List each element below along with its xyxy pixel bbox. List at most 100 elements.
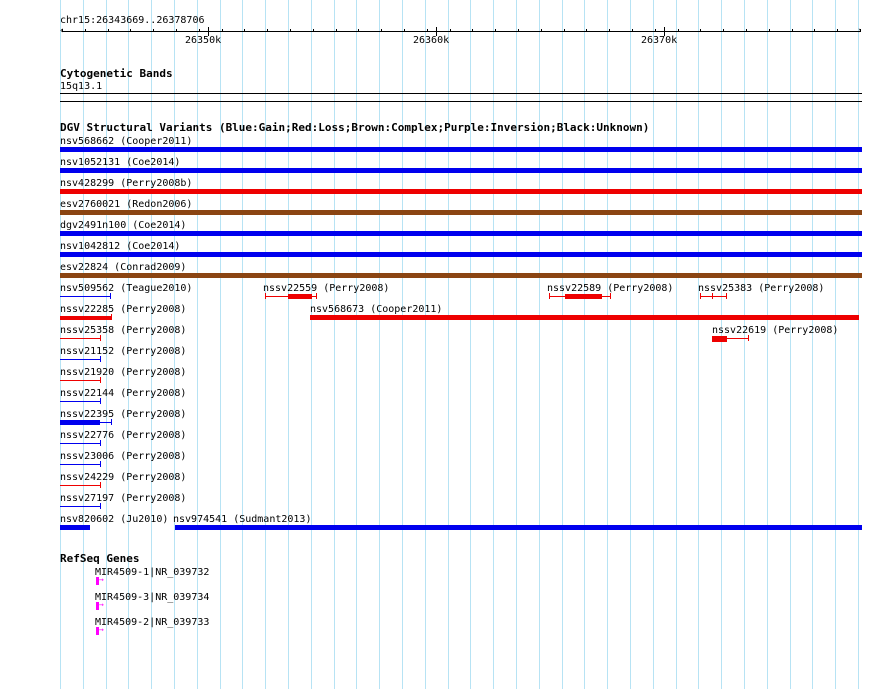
loss-variant-block[interactable] [565, 294, 602, 299]
ruler-minor-tick [746, 29, 747, 32]
variant-end-tick [100, 482, 101, 488]
gain-variant-line[interactable] [60, 443, 100, 444]
grid-line [790, 0, 791, 689]
variant-end-tick [265, 293, 266, 299]
variant-label: nsv820602 (Ju2010) [60, 514, 169, 525]
variant-end-tick [316, 293, 317, 299]
ruler-minor-tick [632, 29, 633, 32]
variant-label: nsv1052131 (Coe2014) [60, 157, 181, 168]
gain-variant-bar[interactable] [60, 168, 862, 173]
gain-variant-line[interactable] [60, 359, 100, 360]
loss-variant-bar[interactable] [60, 316, 112, 320]
variant-end-tick [549, 293, 550, 299]
cytoband-bar-top [60, 93, 862, 94]
ruler-minor-tick [860, 29, 861, 32]
ruler-minor-tick [153, 29, 154, 32]
ruler-major-tick [436, 27, 437, 36]
loss-variant-line[interactable] [60, 485, 100, 486]
ruler-major-tick [664, 27, 665, 36]
grid-line [106, 0, 107, 689]
grid-line [676, 0, 677, 689]
variant-end-tick [700, 293, 701, 299]
gain-variant-bar[interactable] [175, 525, 862, 530]
grid-line [83, 0, 84, 689]
grid-line [630, 0, 631, 689]
dgv-track-title[interactable]: DGV Structural Variants (Blue:Gain;Red:L… [60, 122, 649, 134]
grid-line [584, 0, 585, 689]
loss-variant-bar[interactable] [310, 315, 859, 320]
variant-label: nssv24229 (Perry2008) [60, 472, 187, 483]
grid-line [539, 0, 540, 689]
ruler-minor-tick [244, 29, 245, 32]
ruler-minor-tick [427, 29, 428, 32]
gain-variant-bar[interactable] [60, 231, 862, 236]
gain-variant-block[interactable] [60, 420, 100, 425]
grid-line [128, 0, 129, 689]
variant-end-tick [100, 377, 101, 383]
loss-variant-bar[interactable] [60, 189, 862, 194]
grid-line [334, 0, 335, 689]
variant-end-tick [100, 335, 101, 341]
variant-label: nssv25383 (Perry2008) [698, 283, 825, 294]
location-label: chr15:26343669..26378706 [60, 15, 205, 26]
ruler-minor-tick [85, 29, 86, 32]
ruler-minor-tick [700, 29, 701, 32]
variant-label: nsv1042812 (Coe2014) [60, 241, 181, 252]
grid-line [812, 0, 813, 689]
loss-variant-line[interactable] [60, 338, 100, 339]
ruler-minor-tick [336, 29, 337, 32]
gain-variant-bar[interactable] [60, 147, 862, 152]
loss-variant-line[interactable] [60, 380, 100, 381]
variant-label: nssv27197 (Perry2008) [60, 493, 187, 504]
loss-variant-block[interactable] [288, 294, 312, 299]
variant-end-tick [110, 293, 111, 299]
grid-line [721, 0, 722, 689]
gain-variant-line[interactable] [60, 464, 100, 465]
variant-end-tick [100, 461, 101, 467]
loss-variant-line[interactable] [700, 296, 727, 297]
ruler-minor-tick [769, 29, 770, 32]
grid-line [174, 0, 175, 689]
variant-end-tick [100, 356, 101, 362]
ruler-minor-tick [108, 29, 109, 32]
ruler-minor-tick [792, 29, 793, 32]
complex-variant-bar[interactable] [60, 210, 862, 215]
grid-line [356, 0, 357, 689]
ruler-minor-tick [655, 29, 656, 32]
gain-variant-line[interactable] [100, 422, 111, 423]
variant-end-tick [111, 314, 112, 320]
grid-line [516, 0, 517, 689]
gain-variant-line[interactable] [60, 506, 100, 507]
grid-line [379, 0, 380, 689]
ruler-tick-label: 26360k [413, 35, 450, 46]
grid-line [311, 0, 312, 689]
gain-variant-bar[interactable] [60, 525, 90, 530]
gain-variant-line[interactable] [60, 296, 110, 297]
cytoband-label: 15q13.1 [60, 81, 103, 92]
ruler-major-tick [208, 27, 209, 36]
gain-variant-line[interactable] [60, 401, 100, 402]
cytoband-track-title[interactable]: Cytogenetic Bands [60, 68, 173, 80]
variant-end-tick [111, 419, 112, 425]
grid-line [60, 0, 61, 689]
refseq-track-title[interactable]: RefSeq Genes [60, 553, 139, 565]
grid-line [858, 0, 859, 689]
variant-label: nsv509562 (Teague2010) [60, 283, 193, 294]
ruler-minor-tick [62, 29, 63, 32]
gain-variant-bar[interactable] [60, 252, 862, 257]
complex-variant-bar[interactable] [60, 273, 862, 278]
grid-line [653, 0, 654, 689]
ruler-minor-tick [678, 29, 679, 32]
grid-line [220, 0, 221, 689]
loss-variant-block[interactable] [712, 336, 727, 342]
variant-label: nssv22285 (Perry2008) [60, 304, 187, 315]
grid-line [835, 0, 836, 689]
variant-label: dgv2491n100 (Coe2014) [60, 220, 187, 231]
strand-arrow-icon: → [99, 600, 104, 609]
loss-variant-line[interactable] [727, 338, 748, 339]
variant-label: nssv22144 (Perry2008) [60, 388, 187, 399]
variant-label: nsv568673 (Cooper2011) [310, 304, 443, 315]
ruler-minor-tick [222, 29, 223, 32]
variant-label: nsv568662 (Cooper2011) [60, 136, 193, 147]
ruler-minor-tick [404, 29, 405, 32]
